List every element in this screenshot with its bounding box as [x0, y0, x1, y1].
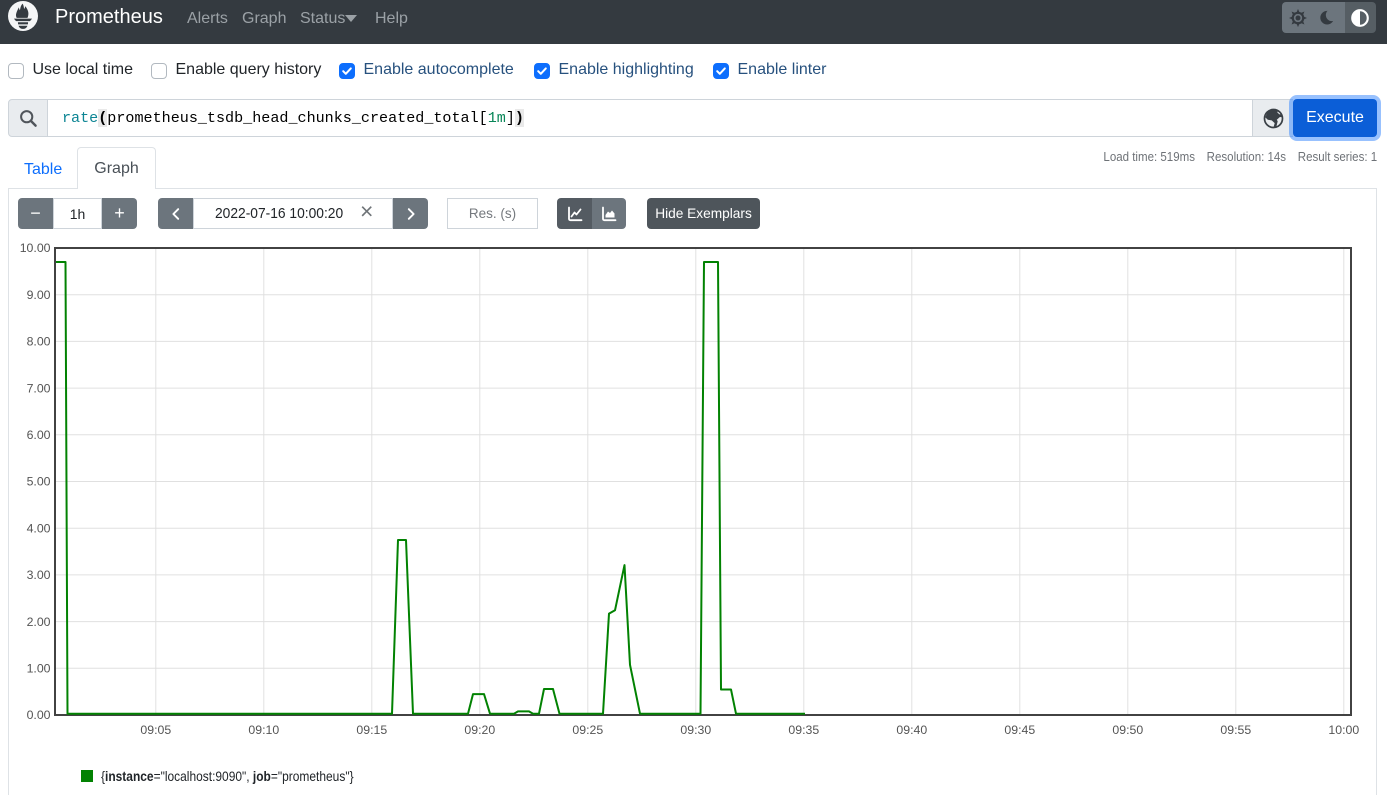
- svg-text:5.00: 5.00: [27, 475, 51, 489]
- svg-text:09:25: 09:25: [572, 723, 603, 737]
- svg-text:3.00: 3.00: [27, 568, 51, 582]
- svg-text:09:10: 09:10: [248, 723, 279, 737]
- svg-text:8.00: 8.00: [27, 335, 51, 349]
- svg-text:10:00: 10:00: [1328, 723, 1359, 737]
- svg-text:09:50: 09:50: [1112, 723, 1143, 737]
- svg-text:0.00: 0.00: [27, 708, 51, 722]
- svg-text:09:45: 09:45: [1004, 723, 1035, 737]
- svg-text:09:35: 09:35: [788, 723, 819, 737]
- svg-text:7.00: 7.00: [27, 381, 51, 395]
- svg-text:6.00: 6.00: [27, 428, 51, 442]
- svg-text:1.00: 1.00: [27, 662, 51, 676]
- svg-text:4.00: 4.00: [27, 521, 51, 535]
- svg-text:09:40: 09:40: [896, 723, 927, 737]
- svg-text:2.00: 2.00: [27, 615, 51, 629]
- svg-text:09:30: 09:30: [680, 723, 711, 737]
- svg-text:09:55: 09:55: [1220, 723, 1251, 737]
- svg-text:09:05: 09:05: [140, 723, 171, 737]
- svg-text:9.00: 9.00: [27, 288, 51, 302]
- svg-text:09:20: 09:20: [464, 723, 495, 737]
- svg-text:09:15: 09:15: [356, 723, 387, 737]
- svg-text:10.00: 10.00: [20, 241, 51, 255]
